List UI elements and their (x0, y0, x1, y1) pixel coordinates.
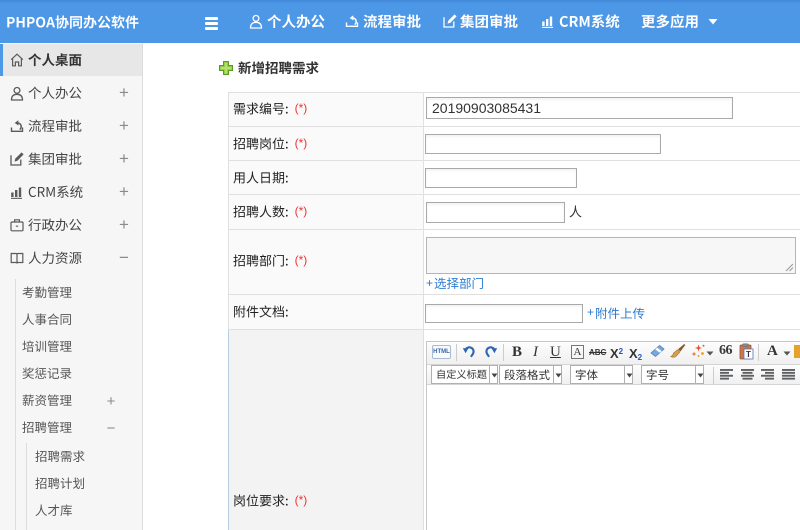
svg-text:T: T (746, 350, 751, 359)
